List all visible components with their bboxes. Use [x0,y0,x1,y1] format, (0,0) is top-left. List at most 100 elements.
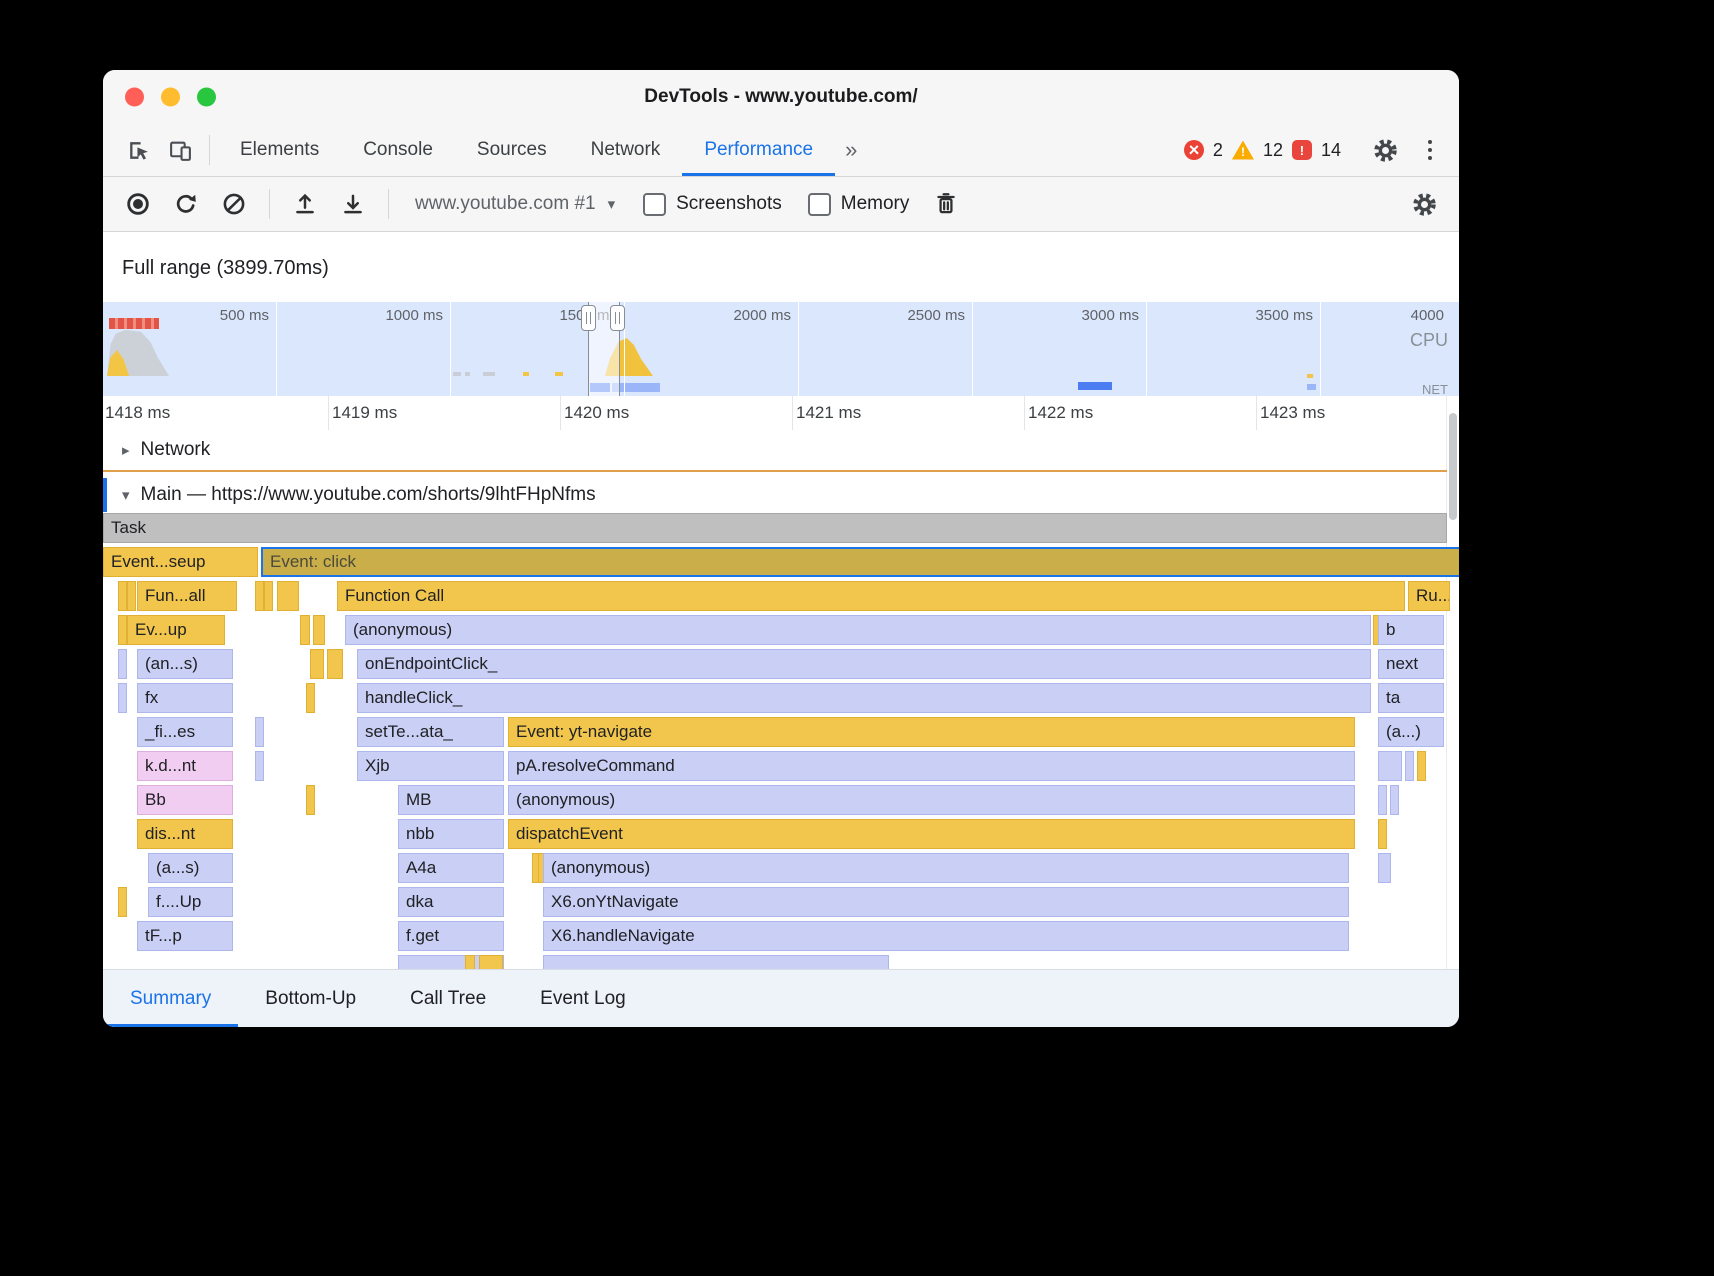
flame-bar[interactable]: f.get [398,921,504,951]
flame-bar-sliver[interactable] [1378,853,1391,883]
warning-icon[interactable]: ! [1232,141,1254,160]
flame-bar[interactable]: dis...nt [137,819,233,849]
detail-tab-call-tree[interactable]: Call Tree [383,970,513,1027]
expand-arrow-icon[interactable]: ▾ [122,486,130,504]
flame-bar[interactable]: Xjb [357,751,504,781]
flame-bar[interactable]: Task [103,513,1447,543]
flame-bar[interactable]: Ev...up [127,615,225,645]
collect-garbage-icon[interactable] [925,184,967,224]
flame-bar-sliver[interactable] [327,649,343,679]
issues-icon[interactable]: ! [1292,140,1312,160]
screenshots-checkbox[interactable] [643,193,666,216]
issue-count[interactable]: 14 [1321,140,1341,161]
main-track-header[interactable]: ▾ Main — https://www.youtube.com/shorts/… [103,478,1459,512]
flame-bar-sliver[interactable] [255,717,264,747]
flame-bar-sliver[interactable] [1378,751,1402,781]
overview-strip[interactable]: 500 ms1000 ms1500 ms2000 ms2500 ms3000 m… [103,302,1459,398]
warning-count[interactable]: 12 [1263,140,1283,161]
inspect-element-icon[interactable] [117,130,159,170]
flame-bar[interactable]: Ru...s [1408,581,1450,611]
vertical-scrollbar-thumb[interactable] [1449,413,1457,520]
flame-bar[interactable]: (an...s) [137,649,233,679]
flame-bar[interactable]: X6.handleNavigate [543,921,1349,951]
flame-bar-sliver[interactable] [1405,751,1414,781]
flame-bar[interactable]: (a...s) [148,853,233,883]
memory-checkbox[interactable] [808,193,831,216]
flame-bar-sliver[interactable] [479,955,503,969]
detail-tab-bottom-up[interactable]: Bottom-Up [238,970,383,1027]
flame-bar[interactable]: dispatchEvent [508,819,1355,849]
flame-bar-sliver[interactable] [255,751,264,781]
close-button[interactable] [125,88,144,107]
collapse-arrow-icon[interactable]: ▸ [122,441,130,459]
record-button[interactable] [117,184,159,224]
capture-settings-gear-icon[interactable] [1403,184,1445,224]
flame-bar-sliver[interactable] [277,581,299,611]
flame-bar[interactable]: b [1378,615,1444,645]
flame-bar-sliver[interactable] [306,785,315,815]
error-icon[interactable] [1184,140,1204,160]
flame-bar[interactable]: ta [1378,683,1444,713]
flame-bar[interactable]: (anonymous) [508,785,1355,815]
device-toolbar-icon[interactable] [159,130,201,170]
flame-bar-sliver[interactable] [1390,785,1399,815]
flame-bar-sliver[interactable] [127,581,136,611]
flame-bar[interactable]: A4a [398,853,504,883]
selection-handle-right[interactable] [610,305,625,331]
flame-bar-sliver[interactable] [465,955,475,969]
flame-bar-sliver[interactable] [118,649,127,679]
flame-bar-sliver[interactable] [118,683,127,713]
flame-bar[interactable]: k.d...nt [137,751,233,781]
flame-bar-sliver[interactable] [543,955,889,969]
tab-sources[interactable]: Sources [455,124,569,176]
flame-bar[interactable]: Bb [137,785,233,815]
tab-console[interactable]: Console [341,124,455,176]
load-profile-icon[interactable] [284,184,326,224]
flame-bar[interactable]: Event: click [261,547,1459,577]
tab-performance[interactable]: Performance [682,124,835,176]
error-count[interactable]: 2 [1213,140,1223,161]
clear-recording-button[interactable] [213,184,255,224]
flame-bar[interactable]: Fun...all [137,581,237,611]
settings-gear-icon[interactable] [1364,130,1406,170]
profile-select[interactable]: www.youtube.com #1 ▾ [403,193,627,215]
flame-bar[interactable]: handleClick_ [357,683,1371,713]
flame-bar-sliver[interactable] [264,581,273,611]
flame-bar-sliver[interactable] [118,581,127,611]
flame-bar[interactable]: nbb [398,819,504,849]
zoom-button[interactable] [197,88,216,107]
flame-bar[interactable]: (a...) [1378,717,1444,747]
flame-bar[interactable]: dka [398,887,504,917]
flame-bar[interactable]: (anonymous) [345,615,1371,645]
detail-tab-event-log[interactable]: Event Log [513,970,653,1027]
flame-bar[interactable]: pA.resolveCommand [508,751,1355,781]
flame-bar[interactable]: setTe...ata_ [357,717,504,747]
flame-bar-sliver[interactable] [310,649,324,679]
save-profile-icon[interactable] [332,184,374,224]
flame-bar[interactable]: _fi...es [137,717,233,747]
flame-bar-sliver[interactable] [306,683,315,713]
flame-bar[interactable]: onEndpointClick_ [357,649,1371,679]
network-track-header[interactable]: ▸ Network [103,432,1459,468]
flame-bar[interactable]: next [1378,649,1444,679]
menu-kebab-icon[interactable] [1415,140,1445,161]
flame-bar[interactable]: X6.onYtNavigate [543,887,1349,917]
detail-tab-summary[interactable]: Summary [103,970,238,1027]
flame-bar[interactable]: Function Call [337,581,1405,611]
tab-elements[interactable]: Elements [218,124,341,176]
flame-bar-sliver[interactable] [313,615,325,645]
minimize-button[interactable] [161,88,180,107]
flame-bar[interactable]: (anonymous) [543,853,1349,883]
flame-bar-sliver[interactable] [1417,751,1426,781]
flame-bar-sliver[interactable] [255,581,264,611]
flame-bar[interactable]: Event...seup [103,547,258,577]
flame-bar-sliver[interactable] [1378,785,1387,815]
flame-bar-sliver[interactable] [1378,819,1387,849]
flame-bar[interactable]: f....Up [148,887,233,917]
flame-bar-sliver[interactable] [118,887,127,917]
flame-bar[interactable]: Event: yt-navigate [508,717,1355,747]
flame-bar-sliver[interactable] [118,615,127,645]
reload-and-record-button[interactable] [165,184,207,224]
flame-bar-sliver[interactable] [300,615,310,645]
tab-network[interactable]: Network [569,124,683,176]
